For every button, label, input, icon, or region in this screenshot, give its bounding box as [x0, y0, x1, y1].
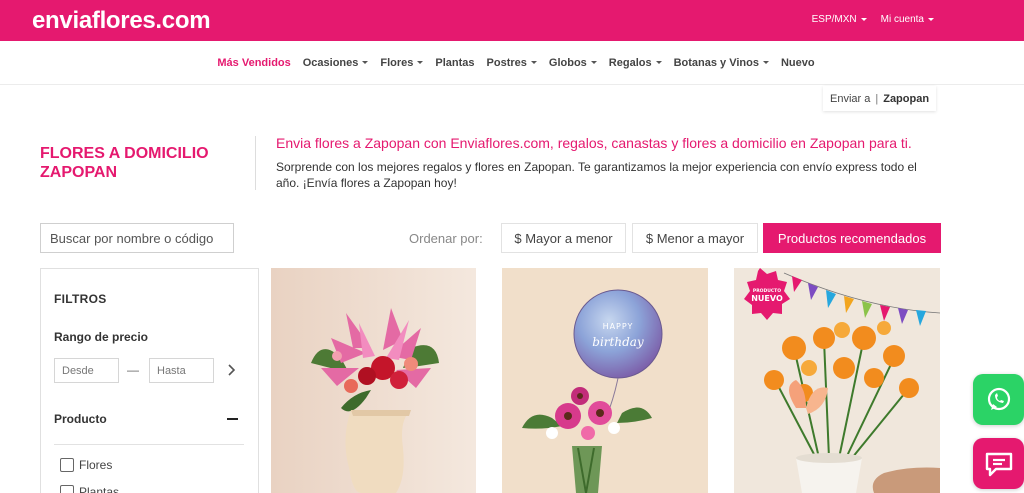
sort-recommended-button[interactable]: Productos recomendados: [763, 223, 941, 253]
filters-title: FILTROS: [54, 292, 107, 306]
top-bar: enviaflores.com ESP/MXN Mi cuenta: [0, 0, 1024, 41]
chat-button[interactable]: [973, 438, 1024, 489]
price-range-dash: —: [127, 363, 139, 377]
main-nav: Más Vendidos Ocasiones Flores Plantas Po…: [0, 41, 1024, 85]
balloon-happy: HAPPY: [603, 322, 634, 331]
filter-option-plantas[interactable]: Plantas: [60, 485, 119, 493]
chevron-down-icon: [655, 61, 662, 64]
header-divider: [255, 136, 256, 190]
ship-to-city: Zapopan: [883, 92, 930, 105]
page-title: FLORES A DOMICILIO ZAPOPAN: [40, 145, 209, 181]
sort-label: Ordenar por:: [409, 231, 483, 246]
chevron-right-icon[interactable]: [225, 361, 239, 379]
nav-item-nuevo[interactable]: Nuevo: [781, 57, 815, 69]
svg-text:NUEVO: NUEVO: [751, 294, 783, 303]
page-description: Sorprende con los mejores regalos y flor…: [276, 160, 917, 190]
collapse-minus-icon[interactable]: [227, 418, 238, 420]
nav-label: Globos: [548, 56, 587, 69]
chat-icon: [985, 452, 1012, 476]
nav-label: Nuevo: [780, 56, 815, 69]
nav-label: Plantas: [435, 56, 475, 69]
currency-label: ESP/MXN: [811, 14, 857, 25]
whatsapp-icon: [987, 387, 1010, 410]
nav-label: Flores: [380, 56, 414, 69]
chevron-down-icon: [860, 18, 867, 21]
search-input[interactable]: [40, 223, 234, 253]
product-filter-title: Producto: [54, 412, 107, 426]
ship-to-selector[interactable]: Enviar a | Zapopan: [823, 86, 936, 111]
checkbox[interactable]: [60, 458, 74, 472]
nav-item-mas-vendidos[interactable]: Más Vendidos: [217, 57, 290, 69]
product-card[interactable]: [271, 268, 476, 493]
nav-label: Botanas y Vinos: [673, 56, 759, 69]
pink-lilies-roses-vase-icon: [271, 268, 476, 493]
chevron-down-icon: [928, 18, 934, 21]
product-card[interactable]: HAPPY birthday: [502, 268, 708, 493]
nav-label: Regalos: [608, 56, 652, 69]
account-label: Mi cuenta: [880, 14, 924, 25]
filters-panel: FILTROS Rango de precio — Producto Flore…: [40, 268, 259, 493]
price-range-title: Rango de precio: [54, 330, 149, 344]
nav-label: Postres: [486, 56, 527, 69]
chevron-down-icon: [362, 61, 369, 64]
chevron-down-icon: [590, 61, 597, 64]
account-menu[interactable]: Mi cuenta: [881, 14, 934, 25]
nav-label: Más Vendidos: [217, 56, 291, 69]
nav-item-globos[interactable]: Globos: [549, 57, 597, 69]
chevron-down-icon: [417, 61, 424, 64]
chevron-down-icon: [530, 61, 537, 64]
price-from-input[interactable]: [54, 358, 119, 383]
nav-item-postres[interactable]: Postres: [487, 57, 537, 69]
product-card[interactable]: PRODUCTO NUEVO: [734, 268, 940, 493]
nav-item-ocasiones[interactable]: Ocasiones: [303, 57, 369, 69]
sort-price-desc-button[interactable]: $ Mayor a menor: [501, 223, 626, 253]
filter-option-label: Flores: [79, 458, 113, 472]
filter-divider: [54, 444, 244, 445]
nav-label: Ocasiones: [302, 56, 359, 69]
balloon-gerbera-vase-icon: HAPPY birthday: [502, 268, 708, 493]
top-links: ESP/MXN Mi cuenta: [812, 14, 934, 25]
filter-option-label: Plantas: [79, 485, 120, 493]
chevron-down-icon: [762, 61, 769, 64]
whatsapp-button[interactable]: [973, 374, 1024, 425]
checkbox[interactable]: [60, 485, 74, 493]
marigold-pot-butterfly-icon: PRODUCTO NUEVO: [734, 268, 940, 493]
balloon-birthday: birthday: [592, 335, 644, 349]
page-headline: Envia flores a Zapopan con Enviaflores.c…: [276, 135, 912, 151]
nav-item-flores[interactable]: Flores: [380, 56, 424, 69]
nav-item-regalos[interactable]: Regalos: [609, 57, 662, 69]
nav-item-plantas[interactable]: Plantas: [435, 57, 474, 69]
ship-to-label: Enviar a: [830, 92, 871, 105]
sort-price-asc-button[interactable]: $ Menor a mayor: [632, 223, 758, 253]
ship-to-separator: |: [875, 92, 879, 105]
currency-selector[interactable]: ESP/MXN: [812, 14, 867, 25]
site-logo[interactable]: enviaflores.com: [32, 7, 211, 35]
price-to-input[interactable]: [149, 358, 214, 383]
nav-item-botanas-y-vinos[interactable]: Botanas y Vinos: [674, 57, 769, 69]
filter-option-flores[interactable]: Flores: [60, 458, 112, 472]
